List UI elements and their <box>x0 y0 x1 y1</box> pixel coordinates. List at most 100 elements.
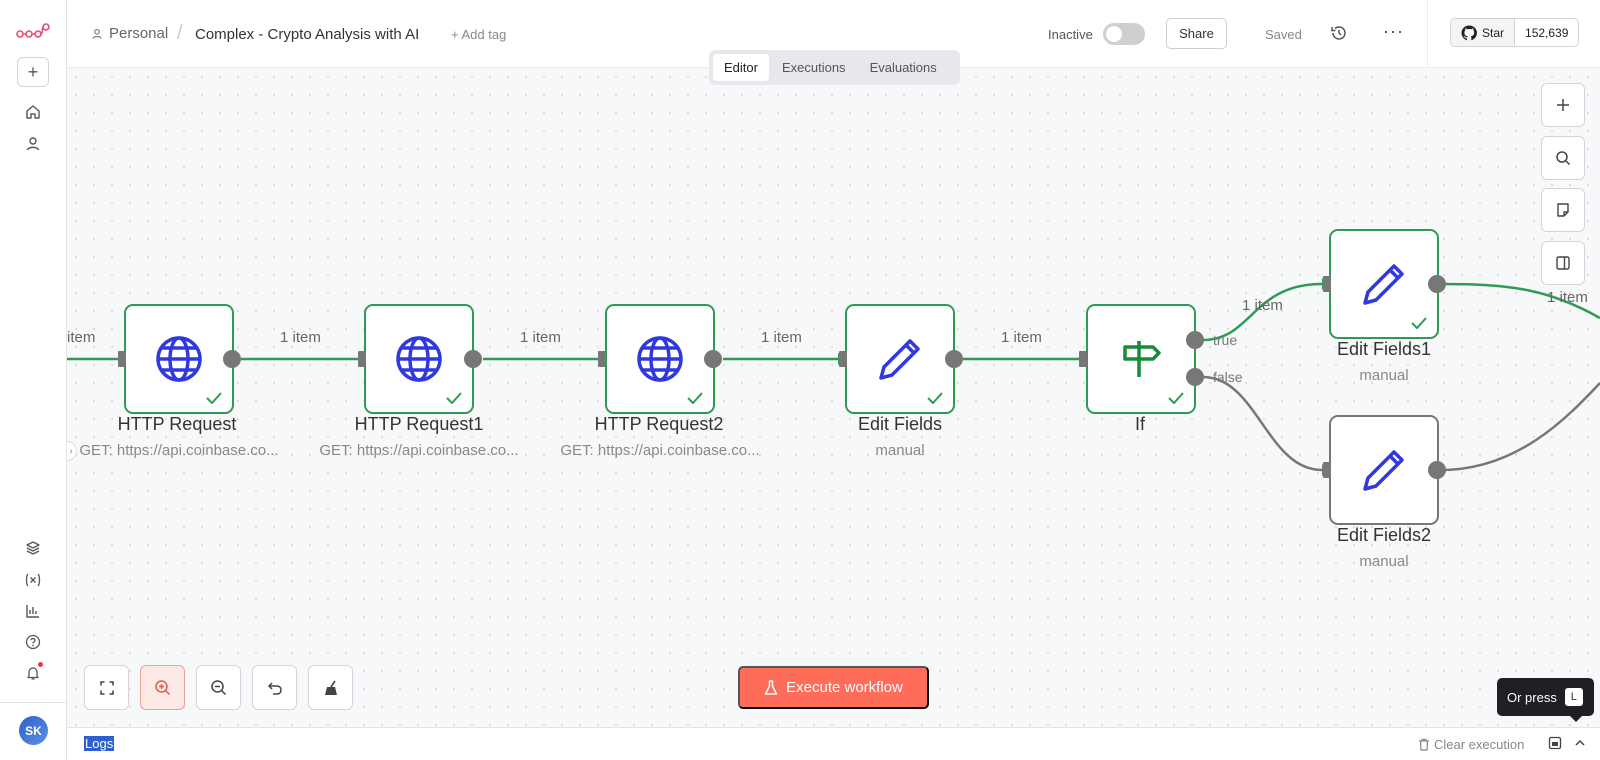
connections-layer <box>67 278 1600 476</box>
execute-workflow-button[interactable]: Execute workflow <box>738 666 929 709</box>
node-edit-fields2[interactable] <box>1329 415 1439 525</box>
create-button[interactable]: + <box>17 57 49 87</box>
node-if[interactable] <box>1086 304 1196 414</box>
trash-icon <box>1419 738 1429 751</box>
add-sticky-note-button[interactable] <box>1541 188 1585 232</box>
plus-icon <box>1557 99 1569 111</box>
node-title: Edit Fields2 <box>1336 525 1432 545</box>
notification-badge <box>38 662 43 667</box>
logs-label[interactable]: Logs <box>84 736 115 751</box>
node-subtitle: GET: https://api.coinbase.co... <box>79 442 279 459</box>
avatar[interactable]: SK <box>19 716 48 745</box>
node-http-request[interactable] <box>124 304 234 414</box>
true-output-port[interactable] <box>1186 331 1204 349</box>
popout-icon[interactable] <box>1548 736 1562 750</box>
edge-label: 1 item <box>280 329 321 346</box>
templates-icon[interactable] <box>20 535 46 561</box>
globe-icon <box>396 336 442 382</box>
undo-button[interactable] <box>252 665 297 710</box>
zoom-to-fit-button[interactable] <box>84 665 129 710</box>
edge-label: item <box>67 329 96 346</box>
input-port[interactable] <box>118 351 126 367</box>
input-port[interactable] <box>358 351 366 367</box>
tab-evaluations[interactable]: Evaluations <box>859 54 948 81</box>
node-subtitle: GET: https://api.coinbase.co... <box>319 442 519 459</box>
edge-label: 1 item <box>1547 289 1588 306</box>
node-title: If <box>1134 414 1145 434</box>
output-port[interactable] <box>1428 461 1446 479</box>
breadcrumb-project-label: Personal <box>109 25 169 42</box>
output-port[interactable] <box>704 350 722 368</box>
output-port[interactable] <box>945 350 963 368</box>
logs-panel-bar[interactable]: Logs Clear execution <box>67 727 1600 760</box>
success-check-icon <box>687 392 703 404</box>
chevron-up-icon[interactable] <box>1573 736 1587 750</box>
user-icon <box>92 28 102 39</box>
zoom-in-button[interactable] <box>140 665 185 710</box>
shortcut-key: L <box>1564 688 1583 706</box>
node-subtitle: manual <box>1359 367 1409 384</box>
success-check-icon <box>206 392 222 404</box>
toggle-panel-button[interactable] <box>1541 241 1585 285</box>
user-icon[interactable] <box>20 131 46 157</box>
help-icon[interactable] <box>20 629 46 655</box>
add-node-button[interactable] <box>1541 83 1585 127</box>
more-options-icon[interactable]: ··· <box>1383 21 1404 42</box>
active-toggle[interactable] <box>1103 23 1145 45</box>
input-port[interactable] <box>1079 351 1087 367</box>
add-tag-button[interactable]: + Add tag <box>451 27 506 42</box>
github-icon <box>1461 24 1477 40</box>
node-title: HTTP Request2 <box>594 414 724 434</box>
tab-editor[interactable]: Editor <box>713 54 769 81</box>
history-icon[interactable] <box>1329 23 1349 43</box>
node-edit-fields[interactable] <box>845 304 955 414</box>
node-subtitle: manual <box>1359 553 1409 570</box>
zoom-out-icon <box>211 680 227 696</box>
signpost-icon <box>1123 341 1161 377</box>
input-port[interactable] <box>1323 276 1331 292</box>
github-star-button[interactable]: Star 152,639 <box>1450 18 1580 47</box>
input-port[interactable] <box>598 351 606 367</box>
node-title: Edit Fields <box>857 414 943 434</box>
clear-execution-label: Clear execution <box>1434 737 1525 752</box>
zoom-out-button[interactable] <box>196 665 241 710</box>
share-button[interactable]: Share <box>1166 18 1227 49</box>
node-title: HTTP Request1 <box>354 414 484 434</box>
output-port[interactable] <box>464 350 482 368</box>
undo-icon <box>267 681 282 695</box>
node-title: HTTP Request <box>117 414 237 434</box>
node-edit-fields1[interactable] <box>1329 229 1439 339</box>
pencil-icon <box>1363 450 1404 491</box>
input-port[interactable] <box>839 351 847 367</box>
success-check-icon <box>446 392 462 404</box>
success-check-icon <box>927 392 943 404</box>
node-http-request1[interactable] <box>364 304 474 414</box>
breadcrumb-project[interactable]: Personal <box>91 25 168 42</box>
variables-icon[interactable] <box>20 567 46 593</box>
workflow-canvas[interactable]: › item 1 item 1 item 1 item 1 item 1 ite… <box>67 68 1600 727</box>
tab-executions[interactable]: Executions <box>771 54 857 81</box>
clear-execution-button[interactable]: Clear execution <box>1418 737 1524 752</box>
home-icon[interactable] <box>20 99 46 125</box>
panel-right-icon <box>1556 256 1570 270</box>
execute-workflow-label: Execute workflow <box>786 679 903 696</box>
output-port[interactable] <box>1428 275 1446 293</box>
node-http-request2[interactable] <box>605 304 715 414</box>
false-output-port[interactable] <box>1186 368 1204 386</box>
insights-icon[interactable] <box>20 598 46 624</box>
input-port[interactable] <box>1323 462 1331 478</box>
globe-icon <box>156 336 202 382</box>
connection-out-2 <box>1440 382 1600 472</box>
search-nodes-button[interactable] <box>1541 136 1585 180</box>
output-port[interactable] <box>223 350 241 368</box>
node-title: Edit Fields1 <box>1336 339 1432 359</box>
pencil-icon <box>1363 264 1404 305</box>
edge-label: 1 item <box>1001 329 1042 346</box>
active-status-label: Inactive <box>1048 27 1093 42</box>
sidebar-divider <box>0 702 66 703</box>
left-sidebar: + SK <box>0 0 67 760</box>
n8n-logo[interactable] <box>16 22 50 42</box>
tidy-up-button[interactable] <box>308 665 353 710</box>
view-tabs: Editor Executions Evaluations <box>709 50 960 85</box>
workflow-title[interactable]: Complex - Crypto Analysis with AI <box>195 26 419 43</box>
